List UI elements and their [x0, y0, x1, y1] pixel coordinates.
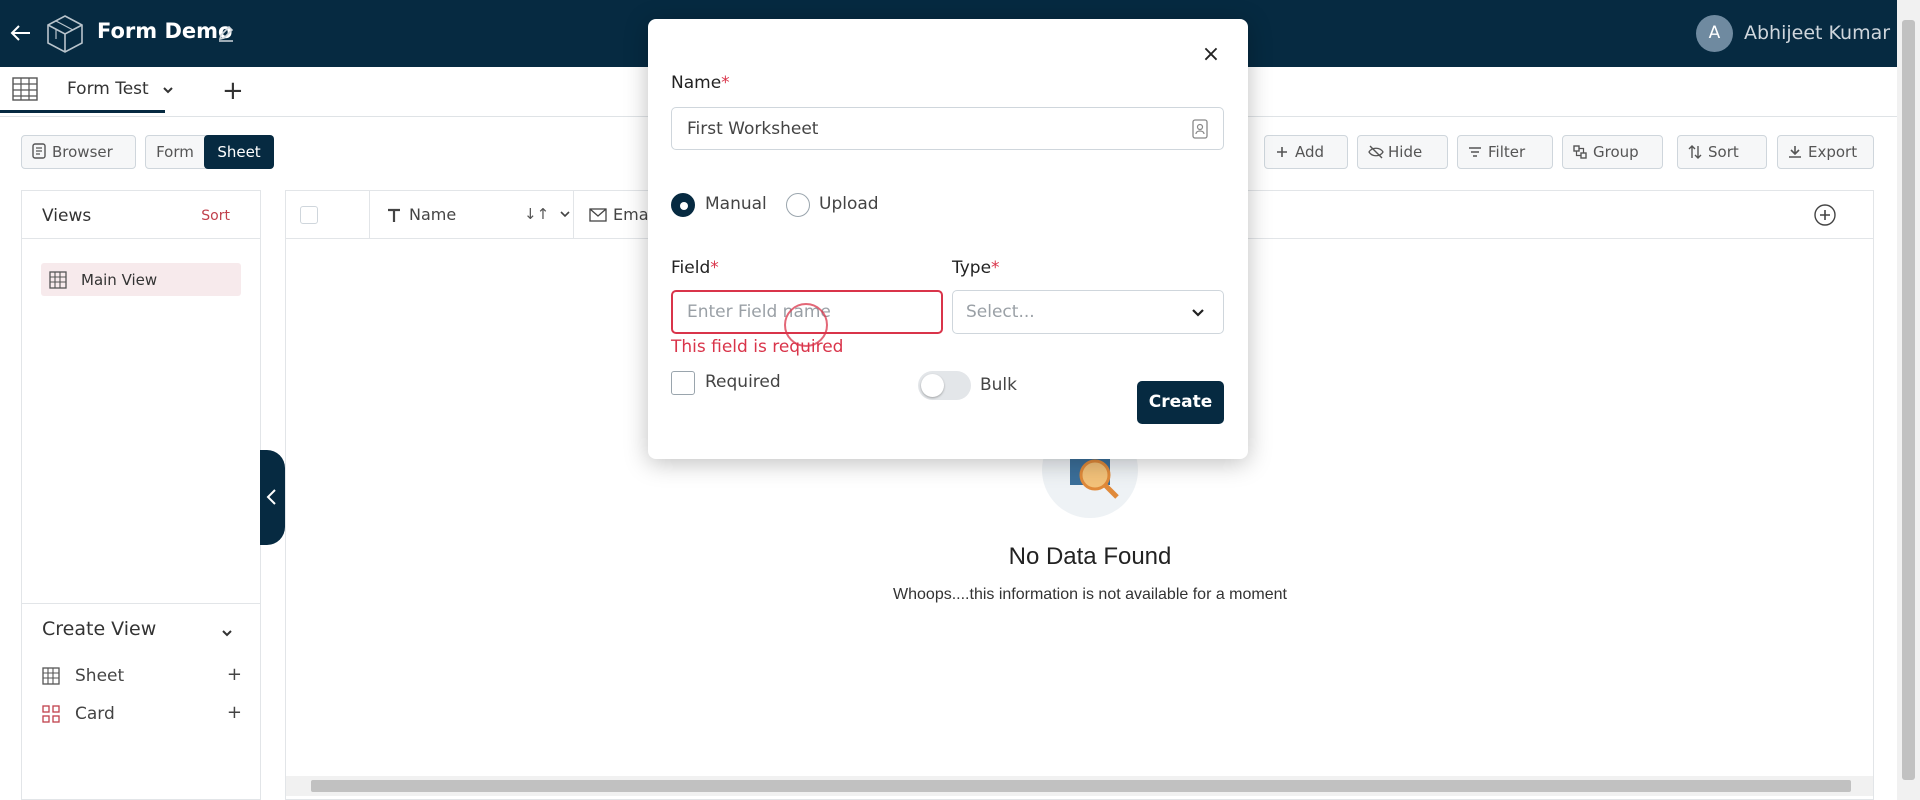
create-button[interactable]: Create — [1137, 381, 1224, 424]
field-error-message: This field is required — [671, 337, 844, 357]
field-label-text: Field — [671, 258, 711, 278]
type-label-text: Type — [952, 258, 992, 278]
bulk-toggle[interactable] — [918, 371, 971, 400]
field-label: Field* — [671, 258, 719, 278]
type-select[interactable]: Select... — [952, 290, 1224, 334]
bulk-toggle-label: Bulk — [980, 375, 1018, 395]
type-label: Type* — [952, 258, 1000, 278]
chevron-down-icon[interactable] — [1191, 306, 1205, 320]
required-asterisk: * — [991, 258, 1000, 278]
create-worksheet-modal: × Name* First Worksheet Manual Upload Fi… — [648, 19, 1248, 459]
required-asterisk: * — [721, 73, 730, 93]
toggle-knob — [921, 374, 944, 397]
contact-card-icon — [1192, 119, 1208, 139]
required-asterisk: * — [710, 258, 719, 278]
required-checkbox-label[interactable]: Required — [705, 372, 781, 392]
vertical-scrollbar[interactable] — [1897, 0, 1920, 800]
vertical-scrollbar-thumb[interactable] — [1902, 20, 1915, 780]
close-icon[interactable]: × — [1201, 44, 1221, 66]
upload-radio[interactable] — [786, 193, 810, 217]
required-checkbox[interactable] — [671, 371, 695, 395]
upload-radio-label[interactable]: Upload — [819, 194, 879, 214]
manual-radio-label[interactable]: Manual — [705, 194, 767, 214]
manual-radio[interactable] — [671, 193, 695, 217]
name-label: Name* — [671, 73, 730, 93]
name-label-text: Name — [671, 73, 722, 93]
name-input[interactable]: First Worksheet — [671, 107, 1224, 150]
